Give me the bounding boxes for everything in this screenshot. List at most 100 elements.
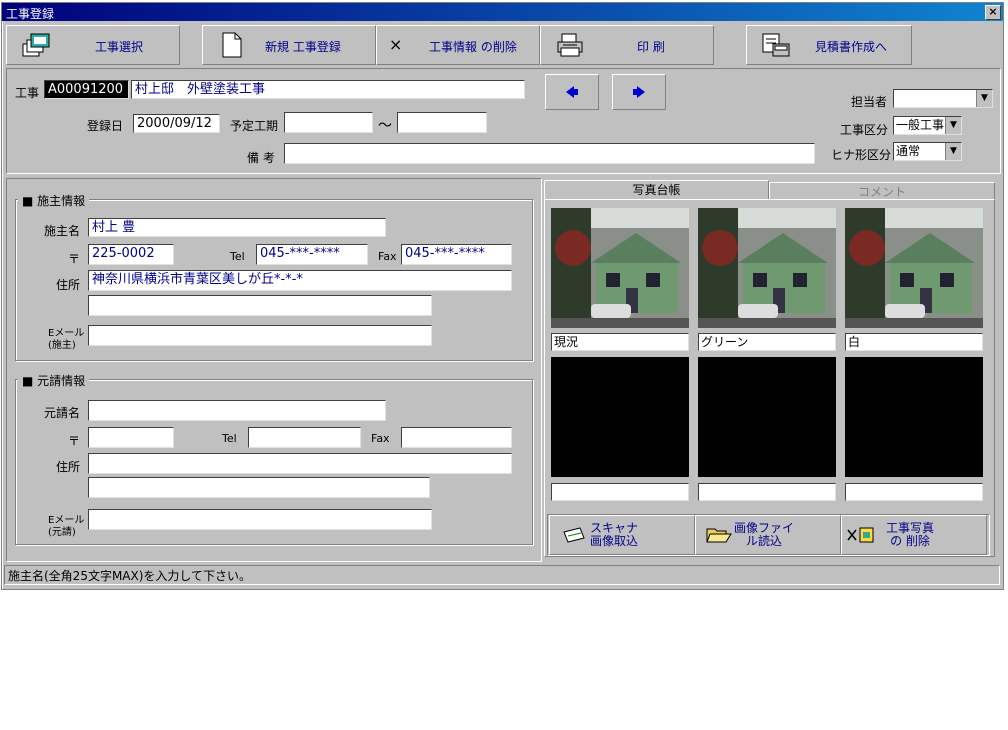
contractor-group-title: ■ 元請情報 xyxy=(18,372,90,389)
photo-caption-4[interactable] xyxy=(551,483,689,501)
delete-x-icon: × xyxy=(389,35,403,54)
new-kouji-label: 新規 工事登録 xyxy=(265,40,341,54)
title-bar: 工事登録 × xyxy=(2,3,1003,21)
arrow-right-icon xyxy=(633,86,645,98)
delete-kouji-button[interactable]: × 工事情報 の削除 xyxy=(376,25,540,65)
estimate-button[interactable]: 見積書作成へ xyxy=(746,25,912,65)
owner-fax-label: Fax xyxy=(378,250,397,263)
hina-label: ヒナ形区分 xyxy=(831,148,892,162)
contractor-fax-field[interactable] xyxy=(401,427,512,448)
photo-caption-6[interactable] xyxy=(845,483,983,501)
contractor-name-field[interactable] xyxy=(88,400,386,421)
contractor-tel-field[interactable] xyxy=(248,427,361,448)
status-bar: 施主名(全角25文字MAX)を入力して下さい。 xyxy=(4,565,1000,585)
contractor-group: ■ 元請情報 元請名 〒 Tel Fax 住所 Eメール (元請) xyxy=(15,372,533,545)
scan-import-label: スキャナ 画像取込 xyxy=(590,521,639,548)
owner-name-label: 施主名 xyxy=(44,224,81,238)
dropdown-arrow-icon: ▼ xyxy=(945,143,961,160)
photo-caption-3[interactable]: 白 xyxy=(845,333,983,351)
contractor-zip-label: 〒 xyxy=(68,434,81,448)
printer-icon xyxy=(557,33,583,57)
tanto-label: 担当者 xyxy=(851,95,888,109)
kouji-name-field[interactable]: 村上邸 外壁塗装工事 xyxy=(131,80,525,99)
photo-6[interactable] xyxy=(845,357,983,477)
tab-comment[interactable]: コメント xyxy=(769,182,995,200)
file-import-label: 画像ファイ ル読込 xyxy=(734,521,795,548)
yotei-label: 予定工期 xyxy=(230,119,279,133)
next-record-button[interactable] xyxy=(612,74,666,110)
kouji-code-field[interactable]: A00091200 xyxy=(44,80,129,99)
kubun-value: 一般工事 xyxy=(896,118,945,132)
scan-import-button[interactable]: スキャナ 画像取込 xyxy=(549,515,695,555)
owner-email-field[interactable] xyxy=(88,325,432,346)
delete-photo-icon xyxy=(847,527,874,543)
prev-record-button[interactable] xyxy=(545,74,599,110)
house-photo-icon xyxy=(845,208,983,328)
owner-zip-field[interactable]: 225-0002 xyxy=(88,244,174,265)
contractor-addr-label: 住所 xyxy=(56,460,81,474)
yotei-from-field[interactable] xyxy=(284,112,373,133)
print-button[interactable]: 印 刷 xyxy=(540,25,714,65)
owner-email-label-sub: (施主) xyxy=(48,340,76,351)
close-button[interactable]: × xyxy=(985,5,1001,20)
owner-addr-label: 住所 xyxy=(56,278,81,292)
photo-2[interactable] xyxy=(698,208,836,328)
hina-select[interactable]: 通常 ▼ xyxy=(893,142,962,161)
photo-3[interactable] xyxy=(845,208,983,328)
remove-photo-label: 工事写真 の 削除 xyxy=(886,521,935,548)
contractor-zip-field[interactable] xyxy=(88,427,174,448)
kubun-label: 工事区分 xyxy=(840,123,889,137)
yotei-tilde: ～ xyxy=(378,118,392,134)
hina-value: 通常 xyxy=(896,144,921,158)
contractor-fax-label: Fax xyxy=(371,432,390,445)
header-panel: 工事 A00091200 村上邸 外壁塗装工事 登録日 2000/09/12 予… xyxy=(6,68,1001,174)
arrow-left-icon xyxy=(566,86,578,98)
new-document-icon xyxy=(222,32,242,58)
biko-field[interactable] xyxy=(284,143,815,164)
scanner-icon xyxy=(563,527,585,543)
tab-photo-ledger[interactable]: 写真台帳 xyxy=(544,180,769,199)
owner-group: ■ 施主情報 施主名 村上 豊 〒 225-0002 Tel 045-***-*… xyxy=(15,192,533,361)
owner-tel-field[interactable]: 045-***-**** xyxy=(256,244,368,265)
estimate-label: 見積書作成へ xyxy=(815,40,888,54)
toolbar: 工事選択 新規 工事登録 × 工事情報 の削除 印 刷 見積書作成へ xyxy=(6,25,1001,65)
contractor-email-field[interactable] xyxy=(88,509,432,530)
photo-caption-5[interactable] xyxy=(698,483,836,501)
app-window: 工事登録 × 工事選択 新規 工事登録 × 工事情報 の削除 印 刷 見積書作成… xyxy=(1,2,1004,590)
kubun-select[interactable]: 一般工事 ▼ xyxy=(893,116,962,135)
contractor-addr2-field[interactable] xyxy=(88,477,430,498)
select-kouji-label: 工事選択 xyxy=(95,40,144,54)
owner-name-field[interactable]: 村上 豊 xyxy=(88,218,386,237)
contractor-name-label: 元請名 xyxy=(44,406,81,420)
owner-tel-label: Tel xyxy=(230,250,245,263)
owner-zip-label: 〒 xyxy=(68,252,81,266)
toroku-date-field[interactable]: 2000/09/12 xyxy=(133,114,220,133)
open-folder-icon xyxy=(706,528,732,543)
contractor-addr1-field[interactable] xyxy=(88,453,512,474)
tanto-select[interactable]: ▼ xyxy=(893,89,993,108)
owner-fax-field[interactable]: 045-***-**** xyxy=(401,244,512,265)
window-title: 工事登録 xyxy=(6,7,55,21)
photo-caption-2[interactable]: グリーン xyxy=(698,333,836,351)
photo-1[interactable] xyxy=(551,208,689,328)
dropdown-arrow-icon: ▼ xyxy=(976,90,992,107)
owner-addr1-field[interactable]: 神奈川県横浜市青葉区美しが丘*-*-* xyxy=(88,270,512,291)
photo-caption-1[interactable]: 現況 xyxy=(551,333,689,351)
estimate-document-icon xyxy=(762,33,790,57)
toroku-label: 登録日 xyxy=(87,119,124,133)
file-import-button[interactable]: 画像ファイ ル読込 xyxy=(695,515,841,555)
photo-panel: 現況 グリーン 白 スキャナ 画像取込 画像ファイ ル読込 工事写真 の 削除 xyxy=(544,199,995,557)
owner-group-title: ■ 施主情報 xyxy=(18,192,90,209)
photo-5[interactable] xyxy=(698,357,836,477)
remove-photo-button[interactable]: 工事写真 の 削除 xyxy=(841,515,987,555)
new-kouji-button[interactable]: 新規 工事登録 xyxy=(202,25,376,65)
owner-addr2-field[interactable] xyxy=(88,295,432,316)
dropdown-arrow-icon: ▼ xyxy=(945,117,961,134)
delete-kouji-label: 工事情報 の削除 xyxy=(429,40,517,54)
yotei-to-field[interactable] xyxy=(397,112,487,133)
biko-label: 備 考 xyxy=(247,151,275,165)
photo-4[interactable] xyxy=(551,357,689,477)
kouji-label: 工事 xyxy=(15,86,40,100)
stacked-documents-icon xyxy=(22,33,50,57)
select-kouji-button[interactable]: 工事選択 xyxy=(6,25,180,65)
